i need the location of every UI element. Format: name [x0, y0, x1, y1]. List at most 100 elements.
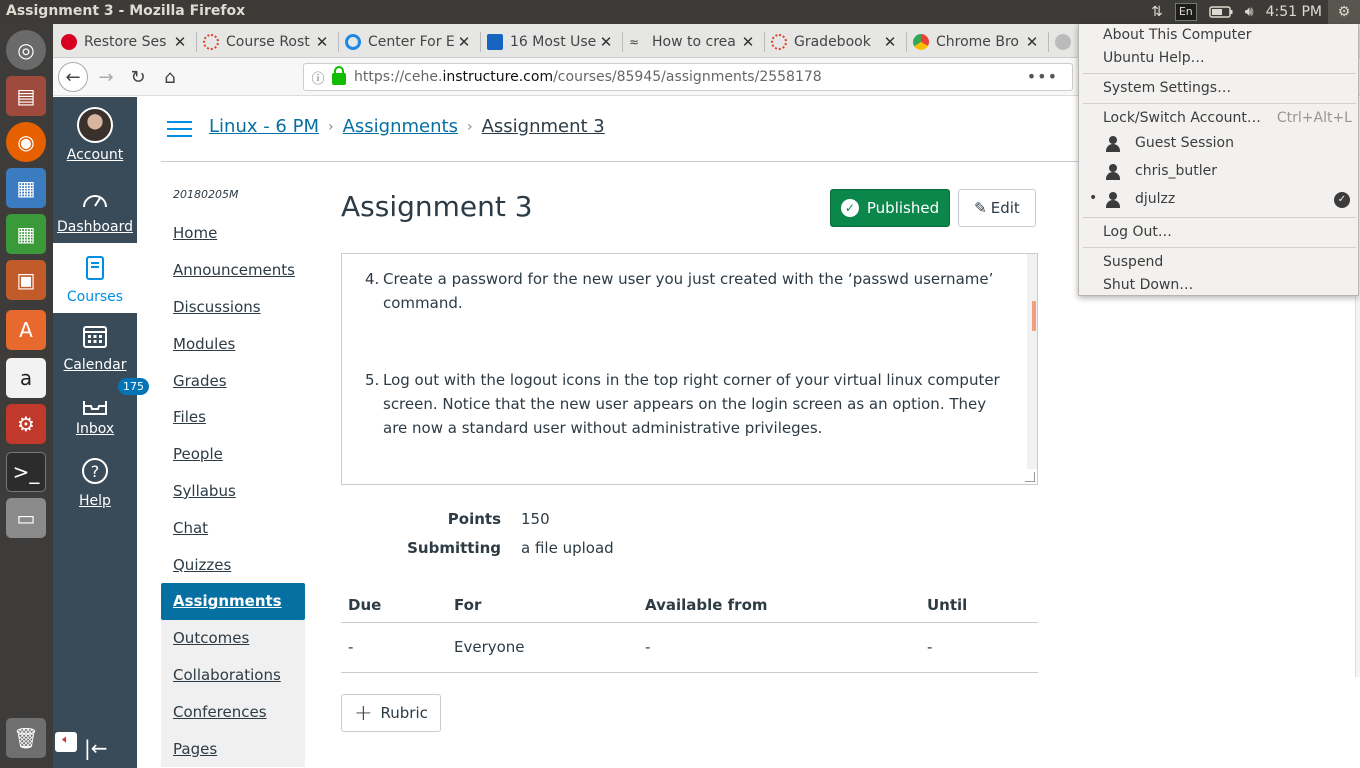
menu-item-about[interactable]: About This Computer — [1079, 25, 1360, 47]
assignment-description[interactable]: 4. Create a password for the new user you… — [341, 253, 1038, 485]
course-nav-collaborations[interactable]: Collaborations — [161, 656, 305, 694]
tab-how-to-create[interactable]: ≈ How to crea ✕ — [629, 28, 765, 56]
back-arrow-icon[interactable]: ← — [58, 62, 88, 92]
close-tab-icon[interactable]: ✕ — [1024, 33, 1040, 51]
course-nav-home[interactable]: Home — [161, 215, 305, 252]
column-header: Until — [927, 596, 968, 614]
course-nav-announcements[interactable]: Announcements — [161, 252, 305, 289]
info-icon[interactable]: ⓘ — [304, 68, 332, 87]
published-button[interactable]: ✓ Published — [830, 189, 950, 227]
disk-icon[interactable]: ▭ — [6, 498, 46, 538]
points-label: Points — [447, 510, 501, 528]
nav-account[interactable]: Account — [53, 107, 137, 163]
network-icon[interactable]: ⇅ — [1145, 0, 1169, 24]
tab-16-most-used[interactable]: 16 Most Use ✕ — [487, 28, 623, 56]
url-text: https://cehe.instructure.com/courses/859… — [354, 69, 822, 85]
forward-arrow-icon[interactable]: → — [91, 62, 121, 92]
course-menu-toggle[interactable] — [167, 121, 192, 142]
collapse-nav-icon[interactable]: |← — [84, 736, 108, 760]
tab-center-for[interactable]: Center For E ✕ — [345, 28, 481, 56]
course-nav-assignments[interactable]: Assignments — [161, 582, 305, 620]
close-tab-icon[interactable]: ✕ — [172, 33, 188, 51]
course-nav-syllabus[interactable]: Syllabus — [161, 473, 305, 510]
course-nav-people[interactable]: People — [161, 436, 305, 473]
help-icon: ? — [53, 457, 137, 489]
menu-item-lock[interactable]: Lock/Switch Account… Ctrl+Alt+L — [1079, 108, 1360, 130]
nav-calendar[interactable]: Calendar — [53, 323, 137, 373]
edit-label: Edit — [990, 199, 1020, 217]
menu-item-suspend[interactable]: Suspend — [1079, 252, 1360, 274]
column-header: For — [454, 596, 482, 614]
menu-item-logout[interactable]: Log Out… — [1079, 222, 1360, 244]
close-tab-icon[interactable]: ✕ — [598, 33, 614, 51]
settings-icon[interactable]: ⚙ — [6, 404, 46, 444]
dash-home-icon[interactable]: ◎ — [6, 30, 46, 70]
battery-icon[interactable] — [1203, 0, 1239, 24]
breadcrumb-assignments[interactable]: Assignments — [343, 116, 458, 137]
reload-icon[interactable]: ↻ — [123, 62, 153, 92]
software-center-icon[interactable]: A — [6, 310, 46, 350]
nav-help[interactable]: ? Help — [53, 457, 137, 509]
menu-item-help[interactable]: Ubuntu Help… — [1079, 48, 1360, 70]
tab-course-roster[interactable]: Course Rost ✕ — [203, 28, 339, 56]
tab-chrome-browser[interactable]: Chrome Bro ✕ — [913, 28, 1049, 56]
close-tab-icon[interactable]: ✕ — [882, 33, 898, 51]
files-icon[interactable]: ▤ — [6, 76, 46, 116]
page-title: Assignment 3 — [341, 190, 533, 223]
nav-dashboard[interactable]: Dashboard — [53, 187, 137, 235]
table-cell: - — [645, 638, 651, 656]
course-nav-files[interactable]: Files — [161, 399, 305, 436]
calendar-icon — [53, 323, 137, 353]
menu-item-system-settings[interactable]: System Settings… — [1079, 78, 1360, 100]
course-nav-chat[interactable]: Chat — [161, 509, 305, 546]
tab-overflow[interactable] — [1055, 28, 1078, 56]
add-rubric-button[interactable]: + Rubric — [341, 694, 441, 732]
svg-text:?: ? — [91, 462, 100, 481]
close-tab-icon[interactable]: ✕ — [740, 33, 756, 51]
tab-restore-session[interactable]: Restore Ses ✕ — [61, 28, 197, 56]
volume-icon[interactable]: 🔊︎ — [1239, 0, 1260, 24]
lock-icon — [332, 66, 346, 85]
pencil-icon: ✎ — [974, 199, 987, 217]
amazon-icon[interactable]: a — [6, 358, 46, 398]
submitting-value: a file upload — [521, 539, 614, 557]
list-item: 4. Create a password for the new user you… — [365, 270, 994, 312]
tab-gradebook[interactable]: Gradebook ✕ — [771, 28, 907, 56]
scrollbar-thumb[interactable] — [1032, 301, 1036, 331]
home-icon[interactable]: ⌂ — [155, 62, 185, 92]
nav-courses[interactable]: Courses — [53, 243, 137, 313]
impress-icon[interactable]: ▣ — [6, 260, 46, 300]
menu-item-user-djulzz[interactable]: • djulzz ✓ — [1079, 189, 1360, 211]
menu-item-shutdown[interactable]: Shut Down… — [1079, 275, 1360, 297]
edit-button[interactable]: ✎ Edit — [958, 189, 1036, 227]
trash-icon[interactable]: 🗑︎ — [6, 718, 46, 758]
course-nav-quizzes[interactable]: Quizzes — [161, 546, 305, 583]
course-nav-outcomes[interactable]: Outcomes — [161, 619, 305, 657]
page-actions-icon[interactable]: ••• — [1027, 67, 1058, 86]
course-nav-discussions[interactable]: Discussions — [161, 289, 305, 326]
nav-inbox[interactable]: 175 Inbox — [53, 378, 149, 437]
speaker-notification-icon[interactable]: 🔈︎ — [55, 732, 77, 752]
course-nav-pages[interactable]: Pages — [161, 730, 305, 767]
close-tab-icon[interactable]: ✕ — [456, 33, 472, 51]
column-header: Due — [348, 596, 382, 614]
scrollbar[interactable] — [1027, 254, 1037, 469]
canvas-icon — [203, 34, 219, 50]
clock[interactable]: 4:51 PM — [1260, 0, 1328, 24]
course-nav-modules[interactable]: Modules — [161, 325, 305, 362]
resize-handle-icon[interactable] — [1025, 472, 1035, 482]
menu-item-guest-session[interactable]: Guest Session — [1079, 133, 1360, 155]
menu-item-user-chris-butler[interactable]: chris_butler — [1079, 161, 1360, 183]
firefox-icon[interactable]: ◉ — [6, 122, 46, 162]
terminal-icon[interactable]: >_ — [6, 452, 46, 492]
writer-icon[interactable]: ▦ — [6, 168, 46, 208]
breadcrumb-current[interactable]: Assignment 3 — [482, 116, 605, 137]
keyboard-language-indicator[interactable]: En — [1174, 3, 1197, 21]
calc-icon[interactable]: ▦ — [6, 214, 46, 254]
url-bar[interactable]: ⓘ https://cehe.instructure.com/courses/8… — [303, 63, 1073, 91]
power-gear-icon[interactable]: ⚙ — [1328, 0, 1360, 24]
course-nav-conferences[interactable]: Conferences — [161, 693, 305, 731]
course-nav-grades[interactable]: Grades — [161, 362, 305, 399]
breadcrumb-course[interactable]: Linux - 6 PM — [209, 116, 319, 137]
close-tab-icon[interactable]: ✕ — [314, 33, 330, 51]
